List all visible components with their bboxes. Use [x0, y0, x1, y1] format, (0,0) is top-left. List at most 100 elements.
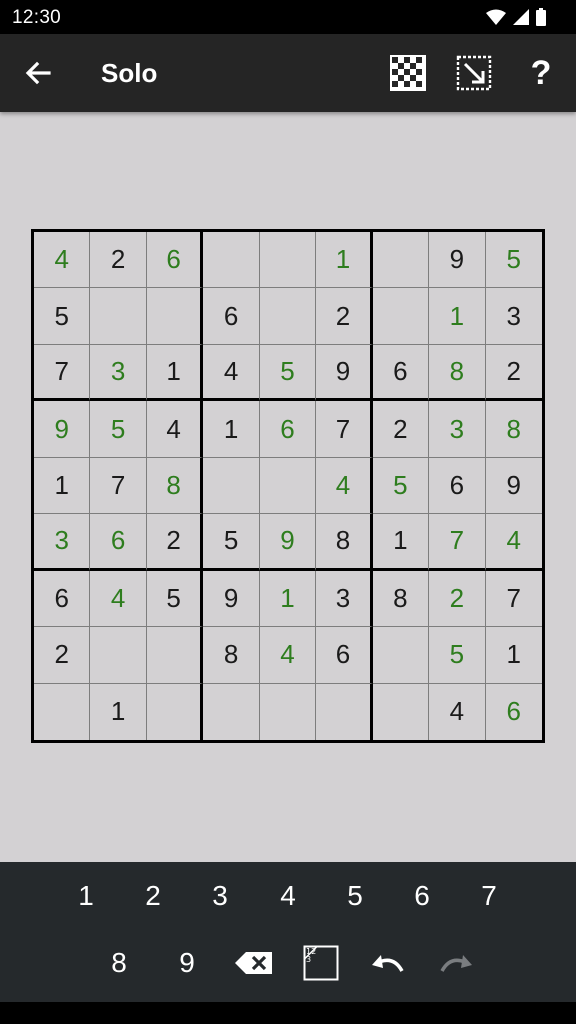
sudoku-cell[interactable] [260, 683, 317, 740]
sudoku-cell[interactable]: 1 [34, 457, 91, 515]
sudoku-cell[interactable]: 6 [203, 288, 260, 345]
sudoku-cell[interactable]: 6 [429, 457, 486, 515]
sudoku-cell[interactable]: 4 [146, 401, 204, 458]
sudoku-cell[interactable] [146, 627, 204, 684]
sudoku-cell[interactable]: 1 [372, 514, 430, 571]
sudoku-cell[interactable]: 5 [34, 288, 91, 345]
sudoku-cell[interactable] [147, 683, 204, 740]
sudoku-cell[interactable] [146, 288, 204, 345]
sudoku-cell[interactable]: 2 [34, 627, 91, 684]
sudoku-cell[interactable]: 2 [485, 345, 542, 402]
sudoku-cell[interactable]: 7 [316, 401, 373, 458]
notes-icon: 12 3 [303, 945, 339, 981]
pattern-button[interactable] [389, 54, 427, 92]
key-7[interactable]: 7 [459, 866, 519, 926]
sudoku-cell[interactable]: 6 [90, 514, 147, 571]
sudoku-cell[interactable]: 8 [316, 514, 373, 571]
sudoku-cell[interactable] [203, 457, 260, 515]
key-8[interactable]: 8 [89, 933, 149, 993]
sudoku-cell[interactable]: 4 [429, 683, 486, 740]
sudoku-cell[interactable]: 9 [203, 570, 260, 628]
sudoku-cell[interactable]: 9 [316, 344, 373, 402]
sudoku-cell[interactable] [203, 232, 260, 289]
sudoku-cell[interactable]: 4 [90, 570, 147, 628]
sudoku-cell[interactable]: 1 [90, 683, 147, 740]
sudoku-cell[interactable]: 1 [316, 232, 373, 289]
key-2[interactable]: 2 [123, 866, 183, 926]
sudoku-cell[interactable]: 5 [485, 232, 542, 289]
sudoku-cell[interactable]: 3 [316, 570, 373, 628]
sudoku-cell[interactable] [259, 288, 317, 345]
sudoku-cell[interactable]: 2 [90, 232, 147, 289]
sudoku-cell[interactable]: 1 [429, 288, 486, 345]
back-button[interactable] [22, 57, 54, 89]
resize-button[interactable] [455, 54, 493, 92]
sudoku-cell[interactable]: 6 [372, 344, 430, 402]
sudoku-cell[interactable]: 1 [146, 344, 204, 402]
sudoku-cell[interactable]: 7 [34, 344, 91, 402]
sudoku-cell[interactable]: 7 [485, 571, 542, 628]
key-6[interactable]: 6 [392, 866, 452, 926]
resize-icon [456, 55, 492, 91]
sudoku-cell[interactable]: 5 [372, 457, 430, 515]
sudoku-cell[interactable]: 9 [485, 458, 542, 515]
sudoku-cell[interactable]: 4 [203, 344, 260, 402]
sudoku-cell[interactable] [259, 457, 317, 515]
sudoku-cell[interactable] [372, 288, 430, 345]
sudoku-cell[interactable]: 6 [146, 232, 204, 289]
sudoku-cell[interactable]: 2 [372, 401, 430, 458]
sudoku-cell[interactable]: 5 [90, 401, 147, 458]
sudoku-cell[interactable]: 7 [90, 457, 147, 515]
sudoku-cell[interactable] [259, 232, 317, 289]
redo-button[interactable] [426, 933, 486, 993]
sudoku-cell[interactable]: 5 [429, 627, 486, 684]
sudoku-cell[interactable] [372, 627, 430, 684]
sudoku-cell[interactable]: 1 [485, 627, 542, 684]
sudoku-cell[interactable]: 2 [429, 570, 486, 628]
sudoku-cell[interactable]: 4 [316, 457, 373, 515]
sudoku-cell[interactable]: 9 [34, 401, 91, 458]
sudoku-cell[interactable]: 9 [259, 514, 317, 571]
sudoku-cell[interactable]: 2 [146, 514, 204, 571]
sudoku-cell[interactable] [203, 683, 260, 740]
sudoku-cell[interactable]: 6 [486, 684, 542, 740]
sudoku-cell[interactable]: 8 [203, 627, 260, 684]
sudoku-cell[interactable]: 8 [146, 457, 204, 515]
undo-button[interactable] [358, 933, 418, 993]
key-1[interactable]: 1 [56, 866, 116, 926]
sudoku-cell[interactable]: 3 [485, 288, 542, 345]
sudoku-cell[interactable] [373, 683, 430, 740]
help-button[interactable]: ? [522, 54, 560, 92]
sudoku-cell[interactable]: 5 [146, 570, 204, 628]
sudoku-cell[interactable]: 6 [34, 570, 91, 628]
sudoku-cell[interactable]: 2 [316, 288, 373, 345]
notes-button[interactable]: 12 3 [291, 933, 351, 993]
key-4[interactable]: 4 [258, 866, 318, 926]
sudoku-cell[interactable] [316, 683, 373, 740]
sudoku-cell[interactable] [90, 288, 147, 345]
sudoku-cell[interactable]: 6 [316, 627, 373, 684]
sudoku-cell[interactable]: 6 [259, 401, 317, 458]
sudoku-cell[interactable]: 8 [485, 401, 542, 458]
key-3[interactable]: 3 [190, 866, 250, 926]
sudoku-cell[interactable]: 7 [429, 514, 486, 571]
sudoku-cell[interactable]: 4 [34, 232, 91, 289]
sudoku-cell[interactable] [372, 232, 430, 289]
key-5[interactable]: 5 [325, 866, 385, 926]
backspace-button[interactable] [224, 933, 284, 993]
sudoku-cell[interactable]: 3 [34, 514, 91, 571]
sudoku-cell[interactable]: 3 [90, 344, 147, 402]
sudoku-cell[interactable]: 8 [372, 570, 430, 628]
sudoku-cell[interactable] [90, 627, 147, 684]
sudoku-cell[interactable]: 5 [203, 514, 260, 571]
sudoku-cell[interactable] [34, 683, 91, 740]
sudoku-cell[interactable]: 1 [203, 401, 260, 458]
sudoku-cell[interactable]: 5 [259, 344, 317, 402]
sudoku-cell[interactable]: 1 [259, 570, 317, 628]
key-9[interactable]: 9 [157, 933, 217, 993]
sudoku-cell[interactable]: 4 [259, 627, 317, 684]
sudoku-cell[interactable]: 4 [485, 514, 542, 571]
sudoku-cell[interactable]: 3 [429, 401, 486, 458]
sudoku-cell[interactable]: 8 [429, 344, 486, 402]
sudoku-cell[interactable]: 9 [429, 232, 486, 289]
